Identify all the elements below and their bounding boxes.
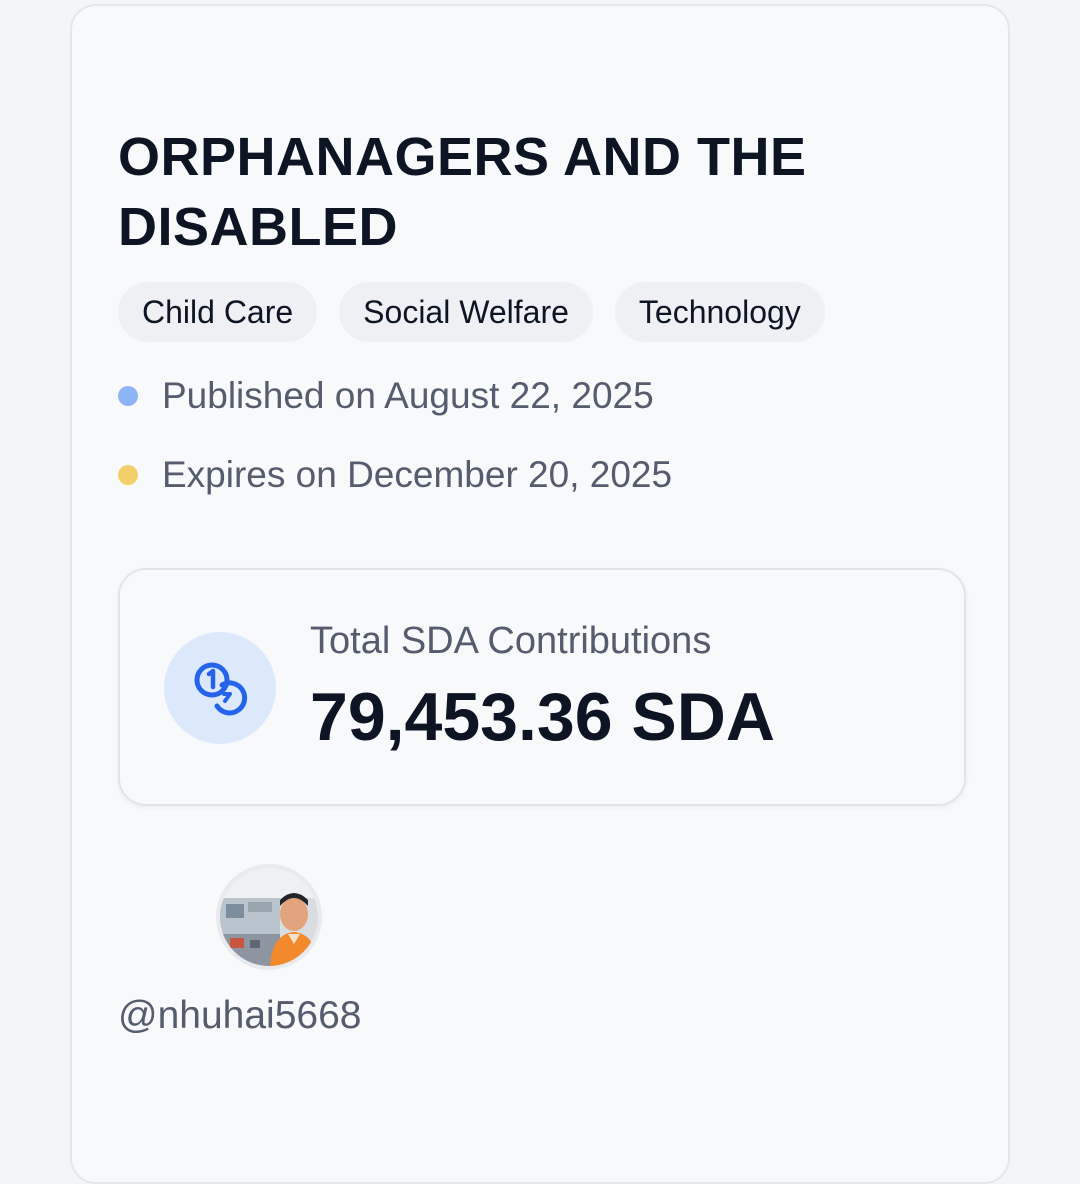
expires-dot-icon bbox=[118, 465, 138, 485]
coins-icon-glyph bbox=[194, 662, 248, 716]
tag-social-welfare[interactable]: Social Welfare bbox=[339, 282, 593, 342]
contributions-label: Total SDA Contributions bbox=[310, 620, 712, 662]
campaign-title: ORPHANAGERS AND THE DISABLED bbox=[118, 127, 807, 257]
tag-child-care[interactable]: Child Care bbox=[118, 282, 318, 342]
published-date-row: Published on August 22, 2025 bbox=[118, 370, 654, 422]
contributions-summary: Total SDA Contributions 79,453.36 SDA bbox=[118, 568, 966, 806]
expiry-date-row: Expires on December 20, 2025 bbox=[118, 449, 672, 501]
creator-avatar[interactable] bbox=[216, 864, 322, 970]
published-date: Published on August 22, 2025 bbox=[162, 375, 654, 416]
tag-list: Child Care Social Welfare Technology bbox=[118, 282, 825, 342]
campaign-card: ORPHANAGERS AND THE DISABLED Child Care … bbox=[70, 4, 1010, 1184]
published-dot-icon bbox=[118, 386, 138, 406]
user-avatar-photo-icon bbox=[220, 868, 318, 966]
creator-username[interactable]: @nhuhai5668 bbox=[118, 994, 361, 1038]
coins-icon bbox=[164, 632, 276, 744]
expiry-date: Expires on December 20, 2025 bbox=[162, 454, 673, 495]
contributions-value: 79,453.36 SDA bbox=[310, 679, 775, 755]
tag-technology[interactable]: Technology bbox=[614, 282, 825, 342]
